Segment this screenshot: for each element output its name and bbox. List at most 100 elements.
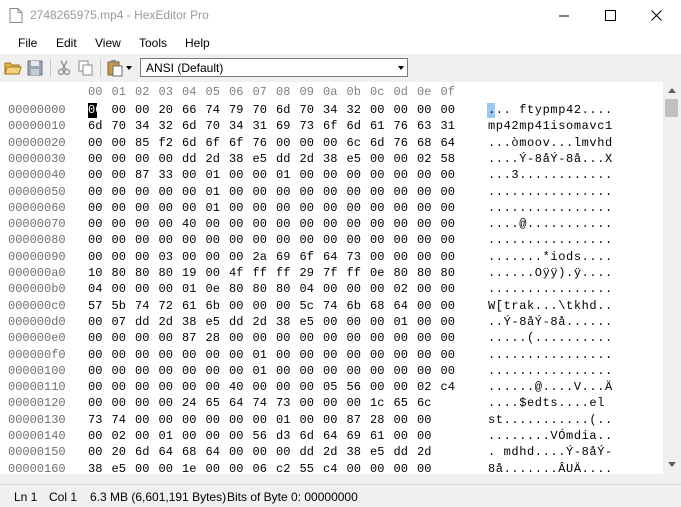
hex-byte[interactable]: 00 <box>159 152 173 166</box>
hex-byte[interactable]: 00 <box>182 380 196 394</box>
hex-byte[interactable]: 73 <box>300 119 314 133</box>
hex-byte[interactable]: 03 <box>159 250 173 264</box>
hex-byte[interactable]: 06 <box>253 462 267 474</box>
hex-byte[interactable]: 57 <box>88 299 102 313</box>
hex-byte[interactable]: 01 <box>253 348 267 362</box>
hex-byte[interactable]: 00 <box>112 103 126 117</box>
ascii-text[interactable]: .......*iods.... <box>488 250 613 264</box>
paste-icon[interactable] <box>106 59 124 77</box>
hex-byte[interactable]: 00 <box>370 217 384 231</box>
hex-byte[interactable]: 00 <box>159 201 173 215</box>
hex-byte[interactable]: 00 <box>135 364 149 378</box>
ascii-text[interactable]: ................ <box>488 201 613 215</box>
hex-byte[interactable]: 02 <box>394 282 408 296</box>
hex-byte[interactable]: 4f <box>229 266 243 280</box>
hex-byte[interactable]: 00 <box>135 348 149 362</box>
hex-byte[interactable]: 00 <box>135 233 149 247</box>
hex-byte[interactable]: 00 <box>417 315 431 329</box>
hex-byte[interactable]: dd <box>394 445 408 459</box>
hex-byte[interactable]: 0e <box>206 282 220 296</box>
hex-byte[interactable]: 28 <box>370 413 384 427</box>
hex-byte[interactable]: 00 <box>88 445 102 459</box>
hex-byte[interactable]: 00 <box>441 201 455 215</box>
hex-byte[interactable]: 00 <box>206 380 220 394</box>
hex-byte[interactable]: 00 <box>300 413 314 427</box>
hex-byte[interactable]: 20 <box>159 103 173 117</box>
hex-byte[interactable]: 80 <box>112 266 126 280</box>
hex-byte[interactable]: 68 <box>182 445 196 459</box>
hex-byte[interactable]: 00 <box>370 282 384 296</box>
hex-byte[interactable]: 80 <box>417 266 431 280</box>
ascii-text[interactable]: ................ <box>488 364 613 378</box>
hex-byte[interactable]: 00 <box>370 380 384 394</box>
hex-byte[interactable]: 01 <box>253 364 267 378</box>
hex-byte[interactable]: 00 <box>159 396 173 410</box>
hex-byte[interactable]: 00 <box>229 217 243 231</box>
hex-byte[interactable]: 38 <box>276 315 290 329</box>
hex-byte[interactable]: 2a <box>253 250 267 264</box>
hex-byte[interactable]: 00 <box>88 250 102 264</box>
hex-byte[interactable]: 00 <box>347 364 361 378</box>
hex-byte[interactable]: 00 <box>276 201 290 215</box>
hex-byte[interactable]: 76 <box>394 119 408 133</box>
hex-byte[interactable]: 80 <box>394 266 408 280</box>
hex-byte[interactable]: 61 <box>370 119 384 133</box>
hex-byte[interactable]: 00 <box>88 380 102 394</box>
hex-byte[interactable]: 00 <box>229 348 243 362</box>
hex-byte[interactable] <box>441 396 448 410</box>
hex-byte[interactable]: 00 <box>276 331 290 345</box>
hex-byte[interactable]: 00 <box>159 348 173 362</box>
hex-byte[interactable]: 04 <box>88 282 102 296</box>
hex-byte[interactable]: 01 <box>206 185 220 199</box>
hex-byte[interactable]: 74 <box>323 299 337 313</box>
hex-byte[interactable]: 7f <box>323 266 337 280</box>
hex-byte[interactable]: 0e <box>370 266 384 280</box>
hex-byte[interactable]: 6d <box>182 119 196 133</box>
hex-byte[interactable]: 00 <box>417 201 431 215</box>
hex-byte[interactable]: 76 <box>394 136 408 150</box>
hex-byte[interactable]: 19 <box>182 266 196 280</box>
hex-byte[interactable]: 00 <box>206 233 220 247</box>
hex-byte[interactable]: 00 <box>229 364 243 378</box>
hex-byte[interactable]: 74 <box>112 413 126 427</box>
hex-byte[interactable]: 00 <box>112 152 126 166</box>
hex-byte[interactable]: 00 <box>88 348 102 362</box>
hex-byte[interactable]: ff <box>276 266 290 280</box>
hex-byte[interactable]: 00 <box>229 445 243 459</box>
hex-byte[interactable]: 6d <box>88 119 102 133</box>
hex-byte[interactable]: 00 <box>323 233 337 247</box>
hex-byte[interactable]: 6b <box>347 299 361 313</box>
hex-byte[interactable]: 00 <box>206 217 220 231</box>
hex-byte[interactable]: 00 <box>276 233 290 247</box>
hex-byte[interactable]: 00 <box>206 429 220 443</box>
hex-byte[interactable]: 00 <box>276 364 290 378</box>
ascii-text[interactable]: ........VÓmdia.. <box>488 429 613 443</box>
hex-byte[interactable]: 72 <box>159 299 173 313</box>
hex-byte[interactable]: 00 <box>441 217 455 231</box>
hex-byte[interactable]: 61 <box>182 299 196 313</box>
hex-byte[interactable]: 00 <box>88 201 102 215</box>
hex-byte[interactable]: 00 <box>206 266 220 280</box>
hex-byte[interactable]: 00 <box>135 396 149 410</box>
hex-byte[interactable]: 80 <box>253 282 267 296</box>
menu-help[interactable]: Help <box>185 36 210 50</box>
hex-byte[interactable]: 00 <box>300 396 314 410</box>
hex-byte[interactable]: 00 <box>347 201 361 215</box>
hex-byte[interactable]: 00 <box>229 331 243 345</box>
hex-byte[interactable]: 00 <box>88 152 102 166</box>
hex-byte[interactable]: 00 <box>370 185 384 199</box>
hex-byte[interactable]: 74 <box>206 103 220 117</box>
maximize-button[interactable] <box>587 0 633 31</box>
hex-byte[interactable]: 70 <box>300 103 314 117</box>
ascii-text[interactable]: st...........(.. <box>488 413 613 427</box>
hex-byte[interactable]: 64 <box>323 250 337 264</box>
hex-byte[interactable]: 05 <box>323 380 337 394</box>
hex-byte[interactable]: 34 <box>323 103 337 117</box>
hex-byte[interactable]: 65 <box>206 396 220 410</box>
hex-byte[interactable]: 00 <box>159 331 173 345</box>
hex-byte[interactable]: 6f <box>300 250 314 264</box>
hex-byte[interactable]: 2d <box>159 315 173 329</box>
hex-byte[interactable]: 00 <box>229 201 243 215</box>
hex-byte[interactable]: 34 <box>135 119 149 133</box>
hex-byte[interactable]: 00 <box>323 348 337 362</box>
